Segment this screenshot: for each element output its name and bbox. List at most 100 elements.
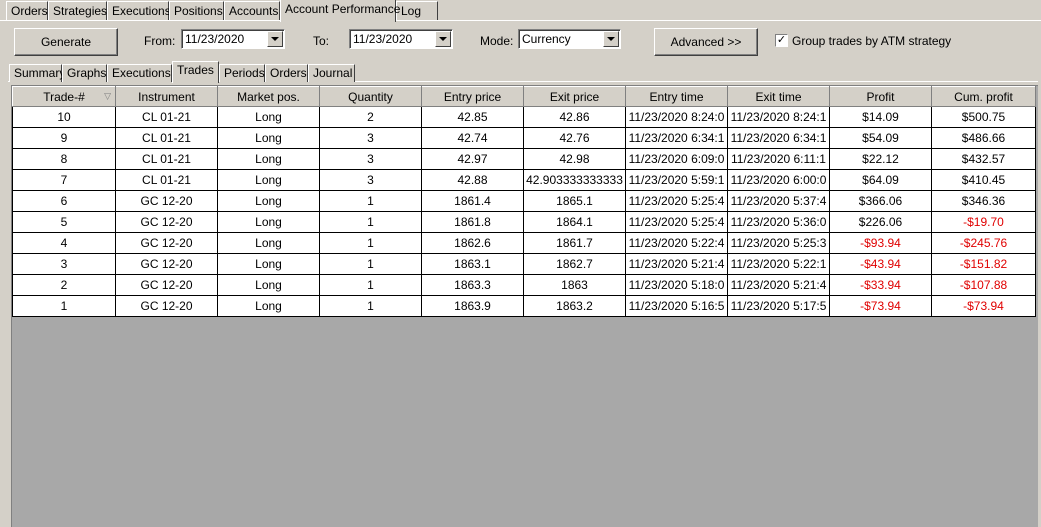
tab-strategies[interactable]: Strategies <box>48 1 107 21</box>
cell-exit-price: 1865.1 <box>523 190 626 212</box>
cell-instrument: GC 12-20 <box>115 232 218 254</box>
table-row[interactable]: 2 GC 12-20 Long 1 1863.3 1863 11/23/2020 5:18:… <box>12 274 1036 296</box>
cell-cum-profit: $410.45 <box>931 169 1036 191</box>
cell-profit: -$43.94 <box>829 253 932 275</box>
main-tab-bar: Orders Strategies Executions Positions A… <box>0 0 1041 22</box>
chevron-down-icon[interactable] <box>603 31 619 47</box>
chevron-down-icon[interactable] <box>435 31 451 47</box>
cell-profit: $226.06 <box>829 211 932 233</box>
group-by-atm-checkbox[interactable]: ✓ <box>775 34 788 47</box>
cell-profit: $22.12 <box>829 148 932 170</box>
col-header-quantity[interactable]: Quantity <box>319 86 422 107</box>
cell-exit-time: 11/23/2020 8:24:1 <box>727 106 830 128</box>
header-label: Market pos. <box>237 89 300 104</box>
table-row[interactable]: 10 CL 01-21 Long 2 42.85 42.86 11/23/2020 8:24… <box>12 106 1036 128</box>
table-row[interactable]: 3 GC 12-20 Long 1 1863.1 1862.7 11/23/2020 5:2… <box>12 253 1036 275</box>
cell-trade-num: 8 <box>12 148 116 170</box>
tab-label: Executions <box>112 66 171 80</box>
cell-trade-num: 1 <box>12 295 116 317</box>
header-label: Entry price <box>443 89 502 104</box>
cell-exit-time: 11/23/2020 5:36:0 <box>727 211 830 233</box>
cell-exit-price: 1862.7 <box>523 253 626 275</box>
cell-exit-price: 42.86 <box>523 106 626 128</box>
tab-label: Journal <box>313 66 353 80</box>
cell-profit: -$73.94 <box>829 295 932 317</box>
tab-orders[interactable]: Orders <box>6 1 48 21</box>
tab-positions[interactable]: Positions <box>169 1 224 21</box>
cell-instrument: CL 01-21 <box>115 148 218 170</box>
chevron-down-icon[interactable] <box>267 31 283 47</box>
cell-market-pos: Long <box>217 190 320 212</box>
tab-log[interactable]: Log <box>396 1 438 21</box>
cell-entry-time: 11/23/2020 5:59:1 <box>625 169 728 191</box>
table-row[interactable]: 1 GC 12-20 Long 1 1863.9 1863.2 11/23/2020 5:1… <box>12 295 1036 317</box>
from-date-picker[interactable]: 11/23/2020 <box>181 29 285 49</box>
subtab-periods[interactable]: Periods <box>219 64 265 82</box>
cell-trade-num: 6 <box>12 190 116 212</box>
table-row[interactable]: 5 GC 12-20 Long 1 1861.8 1864.1 11/23/2020 5:2… <box>12 211 1036 233</box>
cell-cum-profit: $500.75 <box>931 106 1036 128</box>
header-label: Entry time <box>649 89 704 104</box>
subtab-trades[interactable]: Trades <box>172 61 219 83</box>
to-date-picker[interactable]: 11/23/2020 <box>349 29 453 49</box>
cell-exit-time: 11/23/2020 6:11:1 <box>727 148 830 170</box>
tab-account-performance[interactable]: Account Performance <box>280 0 400 22</box>
cell-entry-time: 11/23/2020 5:25:4 <box>625 190 728 212</box>
cell-entry-time: 11/23/2020 6:09:0 <box>625 148 728 170</box>
col-header-exit-time[interactable]: Exit time <box>727 86 830 107</box>
cell-profit: $14.09 <box>829 106 932 128</box>
cell-exit-time: 11/23/2020 5:21:4 <box>727 274 830 296</box>
cell-entry-price: 1861.8 <box>421 211 524 233</box>
cell-quantity: 3 <box>319 127 422 149</box>
cell-instrument: CL 01-21 <box>115 169 218 191</box>
cell-cum-profit: -$73.94 <box>931 295 1036 317</box>
header-label: Quantity <box>348 89 393 104</box>
generate-button[interactable]: Generate <box>14 28 118 56</box>
checkmark-icon: ✓ <box>776 34 787 46</box>
subtab-summary[interactable]: Summary <box>9 64 65 82</box>
cell-entry-time: 11/23/2020 5:25:4 <box>625 211 728 233</box>
cell-exit-price: 42.903333333333 <box>523 169 626 191</box>
col-header-trade-num[interactable]: Trade-# ▽ <box>12 86 116 107</box>
tab-accounts[interactable]: Accounts <box>224 1 280 21</box>
tab-executions[interactable]: Executions <box>107 1 171 21</box>
table-row[interactable]: 6 GC 12-20 Long 1 1861.4 1865.1 11/23/2020 5:2… <box>12 190 1036 212</box>
subtab-executions[interactable]: Executions <box>107 64 172 82</box>
col-header-cum-profit[interactable]: Cum. profit <box>931 86 1036 107</box>
tab-label: Account Performance <box>285 2 401 16</box>
table-row[interactable]: 9 CL 01-21 Long 3 42.74 42.76 11/23/2020 6:34:… <box>12 127 1036 149</box>
header-label: Profit <box>866 89 895 104</box>
cell-quantity: 1 <box>319 295 422 317</box>
subtab-graphs[interactable]: Graphs <box>62 64 107 82</box>
advanced-label: Advanced >> <box>670 35 742 49</box>
cell-exit-price: 1864.1 <box>523 211 626 233</box>
cell-market-pos: Long <box>217 127 320 149</box>
col-header-exit-price[interactable]: Exit price <box>523 86 626 107</box>
sort-descending-icon: ▽ <box>104 91 111 101</box>
subtab-orders[interactable]: Orders <box>265 64 308 82</box>
cell-trade-num: 4 <box>12 232 116 254</box>
col-header-market-pos[interactable]: Market pos. <box>217 86 320 107</box>
cell-profit: $54.09 <box>829 127 932 149</box>
tab-label: Orders <box>11 4 48 18</box>
mode-label: Mode: <box>480 34 514 48</box>
table-row[interactable]: 4 GC 12-20 Long 1 1862.6 1861.7 11/23/2020 5:2… <box>12 232 1036 254</box>
cell-exit-time: 11/23/2020 5:37:4 <box>727 190 830 212</box>
trades-grid: Trade-# ▽ Instrument Market pos. Quantity… <box>11 85 1038 527</box>
table-row[interactable]: 7 CL 01-21 Long 3 42.88 42.903333333333 11/23/… <box>12 169 1036 191</box>
cell-market-pos: Long <box>217 253 320 275</box>
header-label: Exit time <box>755 89 802 104</box>
col-header-profit[interactable]: Profit <box>829 86 932 107</box>
advanced-button[interactable]: Advanced >> <box>654 28 758 56</box>
mode-select[interactable]: Currency <box>518 29 621 49</box>
col-header-entry-price[interactable]: Entry price <box>421 86 524 107</box>
col-header-entry-time[interactable]: Entry time <box>625 86 728 107</box>
cell-quantity: 1 <box>319 274 422 296</box>
subtab-journal[interactable]: Journal <box>308 64 355 82</box>
cell-quantity: 3 <box>319 148 422 170</box>
col-header-instrument[interactable]: Instrument <box>115 86 218 107</box>
table-row[interactable]: 8 CL 01-21 Long 3 42.97 42.98 11/23/2020 6:09:… <box>12 148 1036 170</box>
cell-cum-profit: $486.66 <box>931 127 1036 149</box>
cell-instrument: CL 01-21 <box>115 106 218 128</box>
cell-trade-num: 10 <box>12 106 116 128</box>
